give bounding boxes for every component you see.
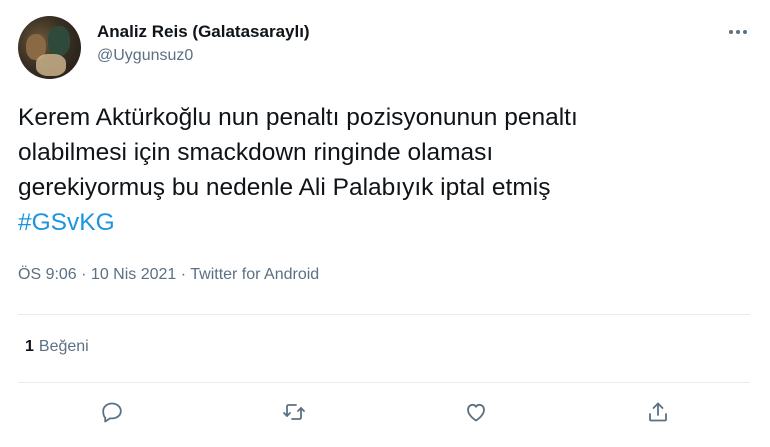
author-handle[interactable]: @Uygunsuz0 xyxy=(97,47,193,65)
tweet-text-line: Kerem Aktürkoğlu nun penaltı pozisyonunu… xyxy=(18,104,578,131)
likes-label: Beğeni xyxy=(38,338,89,355)
share-icon[interactable] xyxy=(643,397,673,427)
like-icon[interactable] xyxy=(461,397,491,427)
more-icon[interactable] xyxy=(724,22,752,42)
divider xyxy=(18,314,750,315)
action-bar xyxy=(0,397,770,427)
hashtag-link[interactable]: #GSvKG xyxy=(18,205,758,240)
retweet-icon[interactable] xyxy=(279,397,309,427)
tweet-text: Kerem Aktürkoğlu nun penaltı pozisyonunu… xyxy=(18,100,758,240)
tweet: Analiz Reis (Galatasaraylı) @Uygunsuz0 K… xyxy=(0,0,770,447)
avatar-shape xyxy=(36,54,66,76)
tweet-text-line: olabilmesi için smackdown ringinde olama… xyxy=(18,139,494,166)
divider xyxy=(18,382,750,383)
likes-summary[interactable]: 1 Beğeni xyxy=(25,338,89,356)
likes-count: 1 xyxy=(25,338,34,355)
avatar-shape xyxy=(48,26,70,56)
reply-icon[interactable] xyxy=(97,397,127,427)
tweet-text-line: gerekiyormuş bu nedenle Ali Palabıyık ip… xyxy=(18,174,551,201)
tweet-meta[interactable]: ÖS 9:06 · 10 Nis 2021 · Twitter for Andr… xyxy=(18,266,319,284)
author-display-name[interactable]: Analiz Reis (Galatasaraylı) xyxy=(97,22,310,42)
user-avatar[interactable] xyxy=(18,16,81,79)
